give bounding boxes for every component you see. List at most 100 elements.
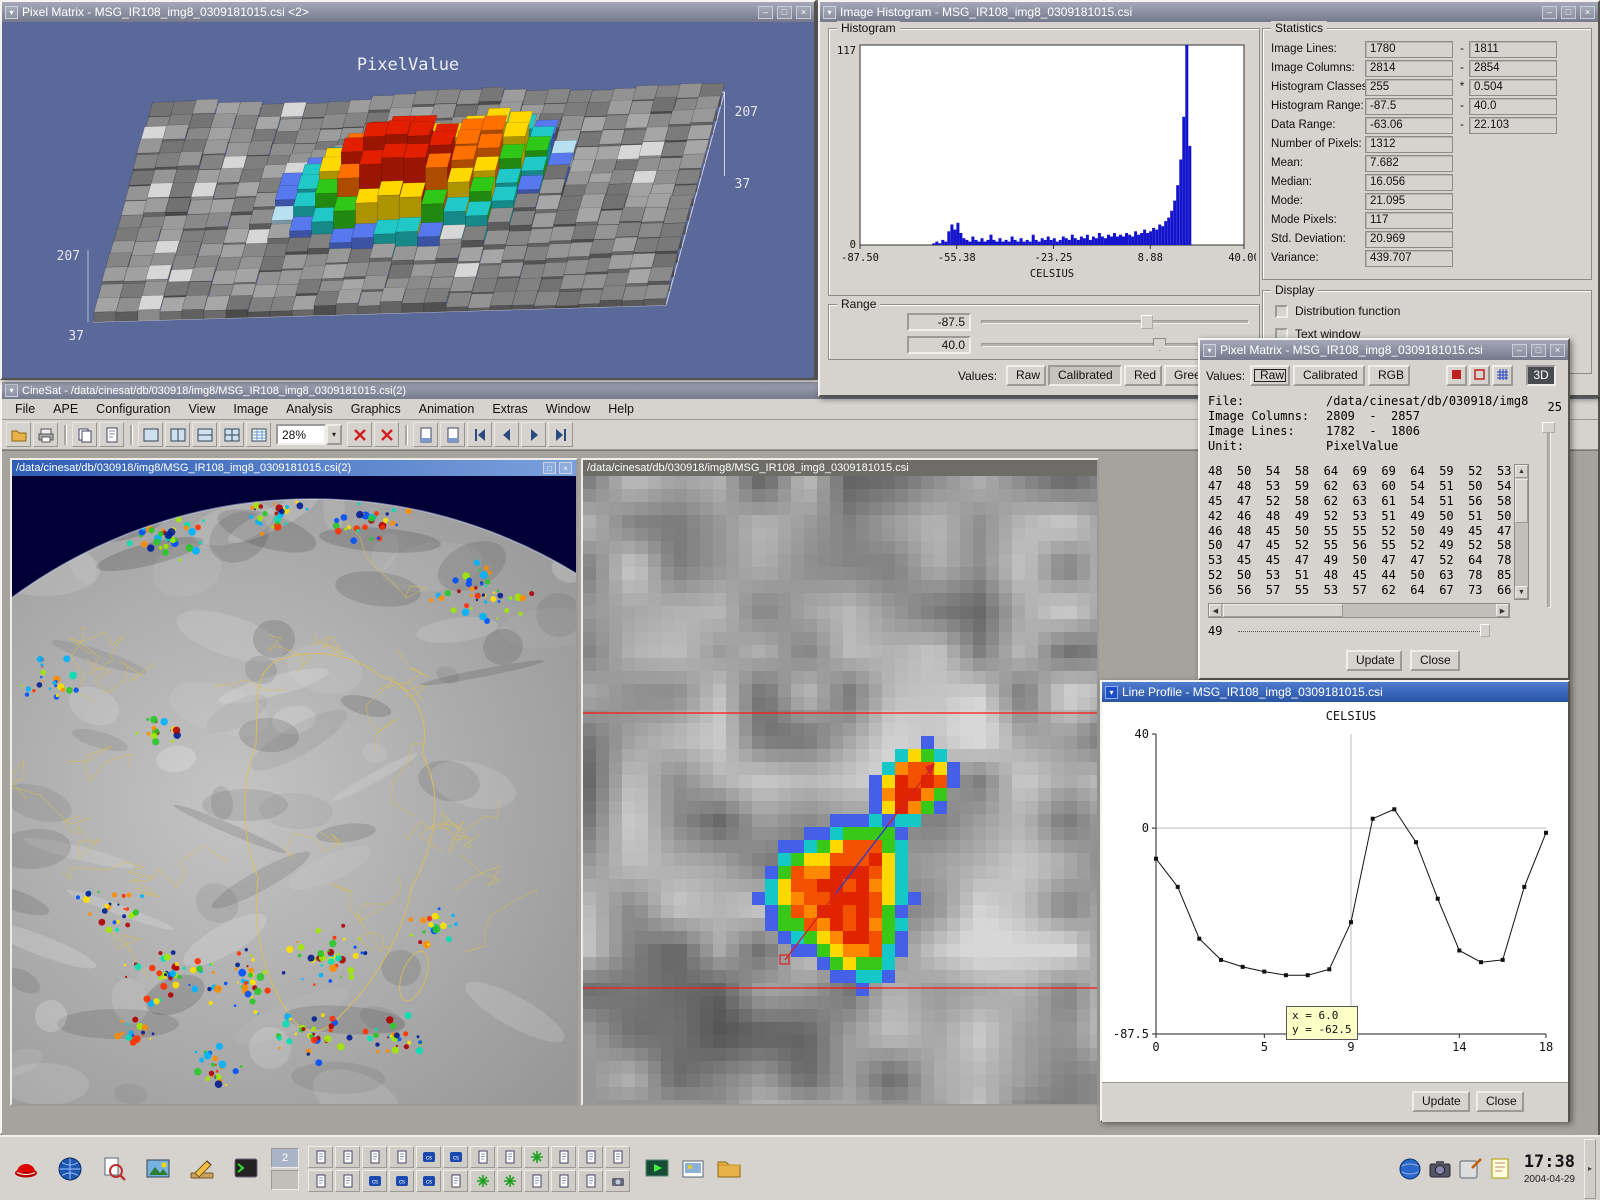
close-all-views-icon[interactable]	[374, 422, 399, 447]
scroll-up-icon[interactable]: ▲	[1515, 465, 1528, 478]
restore-icon[interactable]: □	[543, 462, 556, 474]
layout-grid-icon[interactable]	[219, 422, 244, 447]
nav-back-icon[interactable]	[494, 422, 519, 447]
layout-split-v-icon[interactable]	[165, 422, 190, 447]
task-button-doc[interactable]	[389, 1146, 414, 1168]
lp-update-button[interactable]: Update	[1412, 1091, 1470, 1112]
task-button-doc[interactable]	[335, 1170, 360, 1192]
lp-close-button[interactable]: Close	[1476, 1091, 1524, 1112]
values-red-button[interactable]: Red	[1124, 365, 1162, 386]
line-profile-titlebar[interactable]: ▾ Line Profile - MSG_IR108_img8_03091810…	[1102, 682, 1568, 702]
window-menu-icon[interactable]: ▾	[1105, 686, 1118, 699]
print-icon[interactable]	[33, 422, 58, 447]
menu-graphics[interactable]: Graphics	[342, 400, 410, 418]
task-button-doc[interactable]	[578, 1146, 603, 1168]
task-button-doc[interactable]	[470, 1146, 495, 1168]
menu-file[interactable]: File	[6, 400, 44, 418]
task-button-doc[interactable]	[362, 1146, 387, 1168]
pixel-zoom-titlebar[interactable]: /data/cinesat/db/030918/img8/MSG_IR108_i…	[583, 460, 1097, 476]
taskbar-clock[interactable]: 17:38 2004-04-29	[1524, 1152, 1575, 1185]
minimize-icon[interactable]: –	[1542, 6, 1557, 19]
close-icon[interactable]: ×	[1580, 6, 1595, 19]
satellite-window-titlebar[interactable]: /data/cinesat/db/030918/img8/MSG_IR108_i…	[12, 460, 576, 476]
next-image-icon[interactable]	[440, 422, 465, 447]
window-menu-icon[interactable]: ▾	[5, 6, 18, 19]
screenshot-tool-icon[interactable]	[1425, 1152, 1455, 1186]
range-max-field[interactable]: 40.0	[907, 336, 971, 354]
window-menu-icon[interactable]: ▾	[5, 384, 18, 397]
pm-red-marker-icon[interactable]	[1446, 365, 1467, 386]
photo-tool-icon[interactable]	[675, 1147, 711, 1191]
range-min-slider-thumb[interactable]	[1141, 315, 1153, 329]
menu-configuration[interactable]: Configuration	[87, 400, 179, 418]
minimize-icon[interactable]: –	[758, 6, 773, 19]
task-button-cs[interactable]: cs	[389, 1170, 414, 1192]
task-button-cs[interactable]: cs	[416, 1146, 441, 1168]
range-min-slider[interactable]	[981, 320, 1249, 324]
nav-first-icon[interactable]	[467, 422, 492, 447]
layout-split-h-icon[interactable]	[192, 422, 217, 447]
pm-horizontal-scrollbar[interactable]: ◀ ▶	[1208, 603, 1510, 618]
histogram-titlebar[interactable]: ▾ Image Histogram - MSG_IR108_img8_03091…	[820, 2, 1598, 22]
values-raw-button[interactable]: Raw	[1006, 365, 1046, 386]
range-max-slider-thumb[interactable]	[1153, 338, 1166, 351]
duplicate-view-icon[interactable]	[99, 422, 124, 447]
redhat-menu-icon[interactable]	[4, 1145, 48, 1193]
range-min-field[interactable]: -87.5	[907, 313, 971, 331]
task-button-doc[interactable]	[497, 1146, 522, 1168]
task-button-cam[interactable]	[605, 1170, 630, 1192]
zoom-level-select[interactable]: 28%▾	[276, 424, 342, 445]
pixel-zoom-image[interactable]	[583, 476, 1097, 1104]
task-button-spark[interactable]	[497, 1170, 522, 1192]
media-viewer-icon[interactable]	[639, 1147, 675, 1191]
pm-right-slider-thumb[interactable]	[1542, 422, 1555, 433]
scroll-right-icon[interactable]: ▶	[1496, 604, 1509, 617]
task-button-doc[interactable]	[308, 1170, 333, 1192]
menu-animation[interactable]: Animation	[410, 400, 484, 418]
task-button-doc[interactable]	[335, 1146, 360, 1168]
drawing-tool-icon[interactable]	[180, 1145, 224, 1193]
nav-forward-icon[interactable]	[521, 422, 546, 447]
menu-ape[interactable]: APE	[44, 400, 87, 418]
layout-single-icon[interactable]	[138, 422, 163, 447]
pm-vscroll-thumb[interactable]	[1515, 479, 1528, 523]
pixel-matrix-titlebar[interactable]: ▾ Pixel Matrix - MSG_IR108_img8_03091810…	[1200, 340, 1568, 360]
task-button-doc[interactable]	[578, 1170, 603, 1192]
task-button-spark[interactable]	[524, 1146, 549, 1168]
open-folder-icon[interactable]	[6, 422, 31, 447]
terminal-icon[interactable]	[224, 1145, 268, 1193]
pm-rgb-button[interactable]: RGB	[1368, 365, 1410, 386]
nav-last-icon[interactable]	[548, 422, 573, 447]
file-search-icon[interactable]	[92, 1145, 136, 1193]
earth-satellite-image[interactable]	[12, 476, 576, 1104]
scroll-left-icon[interactable]: ◀	[1209, 604, 1222, 617]
desktop-pager[interactable]: 2	[271, 1148, 299, 1190]
pixel-matrix-3d-titlebar[interactable]: ▾ Pixel Matrix - MSG_IR108_img8_03091810…	[2, 2, 814, 22]
menu-image[interactable]: Image	[224, 400, 277, 418]
task-button-doc[interactable]	[605, 1146, 630, 1168]
pm-vertical-scrollbar[interactable]: ▲ ▼	[1514, 464, 1529, 600]
menu-analysis[interactable]: Analysis	[277, 400, 342, 418]
menu-help[interactable]: Help	[599, 400, 643, 418]
pm-calibrated-button[interactable]: Calibrated	[1293, 365, 1365, 386]
close-icon[interactable]: ×	[1550, 344, 1565, 357]
pm-grid-icon[interactable]	[1492, 365, 1513, 386]
menu-view[interactable]: View	[180, 400, 225, 418]
pager-desktop-other[interactable]	[271, 1170, 299, 1190]
panel-hide-icon[interactable]: ▸	[1584, 1139, 1596, 1199]
maximize-icon[interactable]: □	[777, 6, 792, 19]
menu-window[interactable]: Window	[537, 400, 599, 418]
pm-bottom-slider[interactable]	[1238, 631, 1490, 632]
task-button-doc[interactable]	[524, 1170, 549, 1192]
pm-update-button[interactable]: Update	[1346, 650, 1402, 671]
task-button-doc[interactable]	[308, 1146, 333, 1168]
close-view-icon[interactable]	[347, 422, 372, 447]
task-button-doc[interactable]	[551, 1146, 576, 1168]
minimize-icon[interactable]: –	[1512, 344, 1527, 357]
pager-desktop-2[interactable]: 2	[271, 1148, 299, 1168]
pm-hscroll-thumb[interactable]	[1223, 604, 1343, 617]
prev-image-icon[interactable]	[413, 422, 438, 447]
values-calibrated-button[interactable]: Calibrated	[1048, 365, 1122, 386]
task-button-cs[interactable]: cs	[416, 1170, 441, 1192]
pm-raw-button[interactable]: Raw	[1250, 365, 1290, 386]
